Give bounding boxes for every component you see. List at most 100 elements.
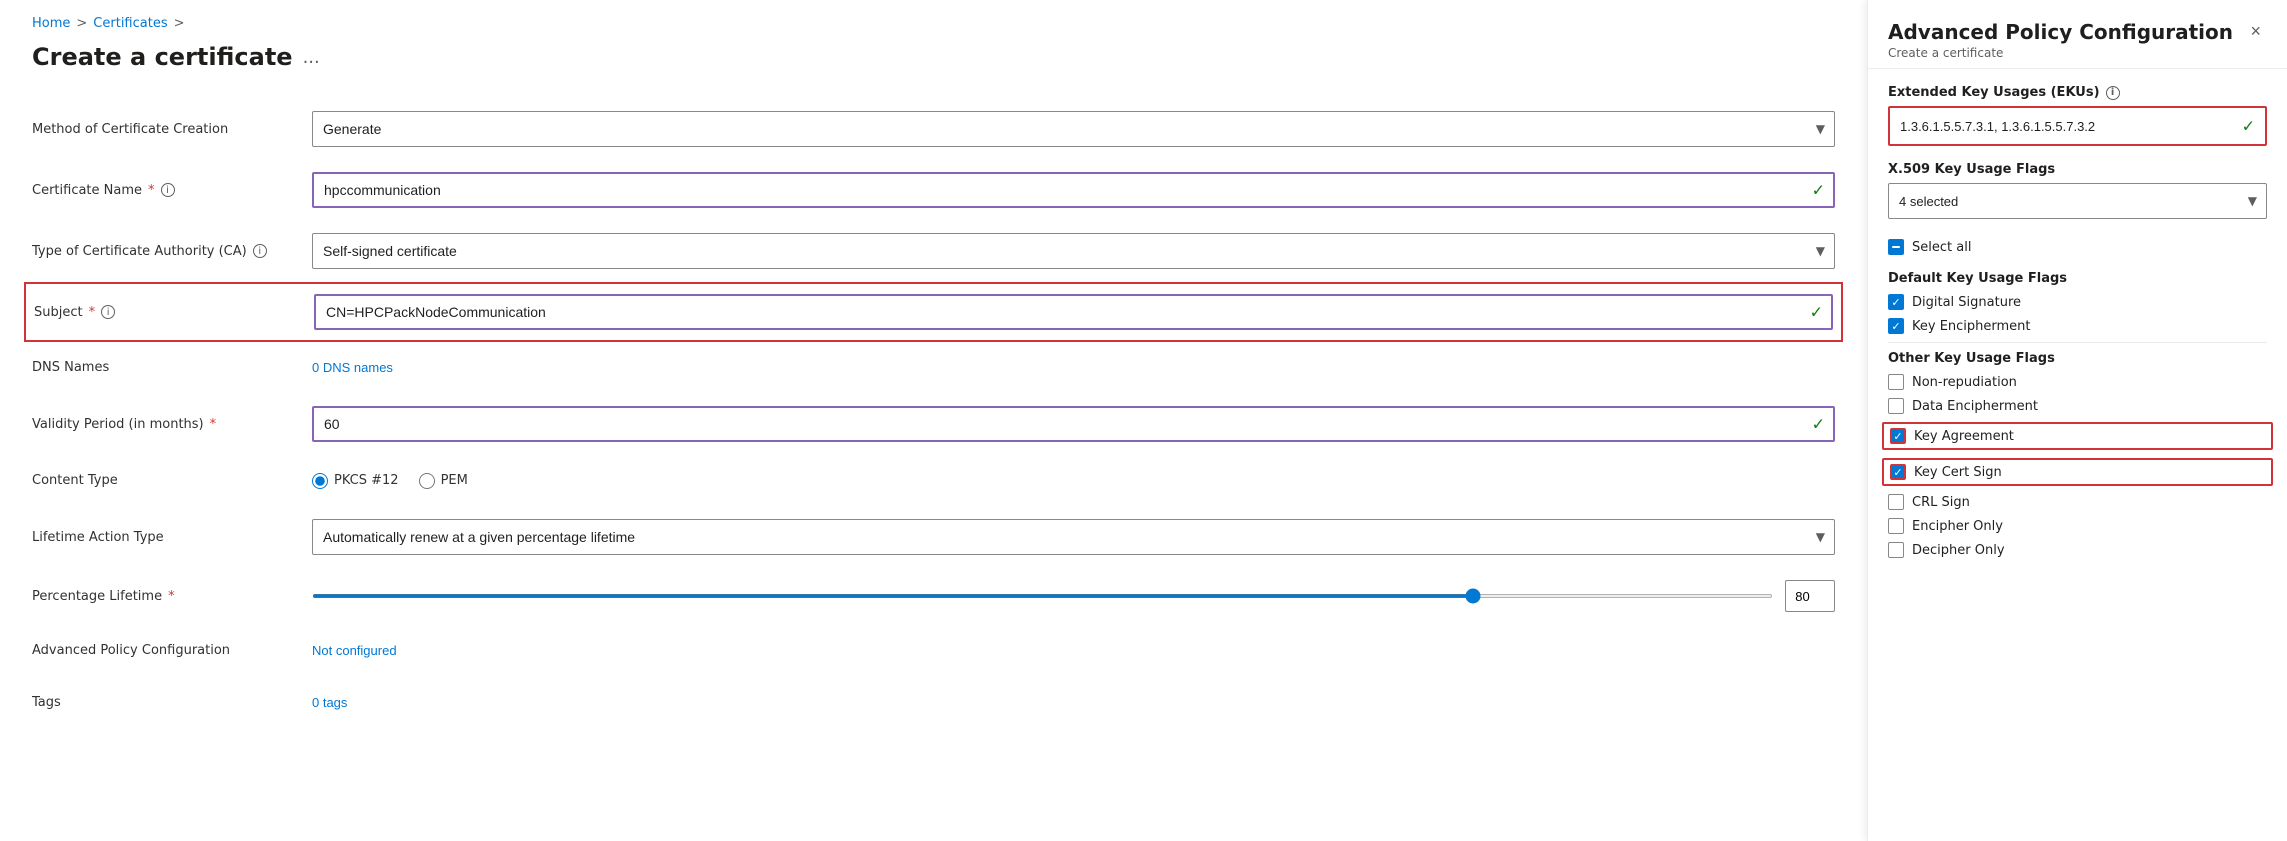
percentage-slider[interactable] bbox=[312, 594, 1773, 598]
percentage-control bbox=[312, 580, 1835, 612]
crl-sign-label: CRL Sign bbox=[1912, 495, 1970, 510]
page-title: Create a certificate bbox=[32, 43, 293, 71]
advanced-link[interactable]: Not configured bbox=[312, 643, 397, 658]
percentage-label: Percentage Lifetime * bbox=[32, 589, 312, 604]
x509-label: X.509 Key Usage Flags bbox=[1888, 162, 2267, 177]
key-agreement-checkbox[interactable]: ✓ bbox=[1890, 428, 1906, 444]
advanced-label: Advanced Policy Configuration bbox=[32, 643, 312, 658]
content-type-radio-group: PKCS #12 PEM bbox=[312, 473, 1835, 489]
cert-name-required: * bbox=[148, 183, 155, 198]
cert-name-label: Certificate Name * i bbox=[32, 183, 312, 198]
ca-type-select[interactable]: Self-signed certificate bbox=[312, 233, 1835, 269]
encipher-only-label: Encipher Only bbox=[1912, 519, 2003, 534]
digital-signature-label: Digital Signature bbox=[1912, 295, 2021, 310]
crl-sign-checkbox[interactable] bbox=[1888, 494, 1904, 510]
other-flags-label: Other Key Usage Flags bbox=[1888, 351, 2267, 366]
panel-title: Advanced Policy Configuration bbox=[1888, 20, 2233, 44]
validity-input[interactable] bbox=[312, 406, 1835, 442]
subject-required: * bbox=[89, 305, 96, 320]
tags-control: 0 tags bbox=[312, 695, 1835, 711]
subject-input[interactable] bbox=[314, 294, 1833, 330]
key-cert-sign-label: Key Cert Sign bbox=[1914, 465, 2002, 480]
eku-label: Extended Key Usages (EKUs) i bbox=[1888, 85, 2267, 100]
tags-label: Tags bbox=[32, 695, 312, 710]
eku-input-wrapper: ✓ bbox=[1888, 106, 2267, 146]
ca-type-info-icon[interactable]: i bbox=[253, 244, 267, 258]
cert-name-input[interactable] bbox=[312, 172, 1835, 208]
key-agreement-flag[interactable]: ✓ Key Agreement bbox=[1882, 422, 2273, 450]
breadcrumb-home[interactable]: Home bbox=[32, 16, 70, 31]
subject-info-icon[interactable]: i bbox=[101, 305, 115, 319]
non-repudiation-flag[interactable]: Non-repudiation bbox=[1888, 374, 2267, 390]
percentage-value-input[interactable] bbox=[1785, 580, 1835, 612]
digital-signature-check-mark: ✓ bbox=[1891, 296, 1900, 309]
method-row: Method of Certificate Creation Generate … bbox=[32, 99, 1835, 160]
default-flags-label: Default Key Usage Flags bbox=[1888, 271, 2267, 286]
key-cert-sign-checkbox[interactable]: ✓ bbox=[1890, 464, 1906, 480]
pem-radio[interactable] bbox=[419, 473, 435, 489]
dns-label: DNS Names bbox=[32, 360, 312, 375]
select-all-checkbox[interactable] bbox=[1888, 239, 1904, 255]
digital-signature-flag[interactable]: ✓ Digital Signature bbox=[1888, 294, 2267, 310]
x509-select[interactable]: 4 selected bbox=[1888, 183, 2267, 219]
decipher-only-checkbox[interactable] bbox=[1888, 542, 1904, 558]
lifetime-row: Lifetime Action Type Automatically renew… bbox=[32, 507, 1835, 568]
pem-label: PEM bbox=[441, 473, 468, 488]
form-section: Method of Certificate Creation Generate … bbox=[32, 99, 1835, 729]
digital-signature-checkbox[interactable]: ✓ bbox=[1888, 294, 1904, 310]
key-encipherment-flag[interactable]: ✓ Key Encipherment bbox=[1888, 318, 2267, 334]
crl-sign-flag[interactable]: CRL Sign bbox=[1888, 494, 2267, 510]
pkcs-option[interactable]: PKCS #12 bbox=[312, 473, 399, 489]
ca-type-control: Self-signed certificate ▼ bbox=[312, 233, 1835, 269]
lifetime-select[interactable]: Automatically renew at a given percentag… bbox=[312, 519, 1835, 555]
pem-option[interactable]: PEM bbox=[419, 473, 468, 489]
key-agreement-check-mark: ✓ bbox=[1893, 430, 1902, 443]
eku-input[interactable] bbox=[1890, 108, 2265, 144]
key-encipherment-label: Key Encipherment bbox=[1912, 319, 2031, 334]
ca-type-label: Type of Certificate Authority (CA) i bbox=[32, 244, 312, 259]
panel-close-button[interactable]: × bbox=[2244, 20, 2267, 42]
key-encipherment-checkbox[interactable]: ✓ bbox=[1888, 318, 1904, 334]
percentage-slider-wrapper bbox=[312, 580, 1835, 612]
dns-control: 0 DNS names bbox=[312, 360, 1835, 376]
breadcrumb-certificates[interactable]: Certificates bbox=[93, 16, 167, 31]
key-encipherment-check-mark: ✓ bbox=[1891, 320, 1900, 333]
select-all-label: Select all bbox=[1912, 240, 1971, 255]
non-repudiation-checkbox[interactable] bbox=[1888, 374, 1904, 390]
validity-row: Validity Period (in months) * ✓ bbox=[32, 394, 1835, 455]
select-all-row[interactable]: Select all bbox=[1888, 235, 2267, 259]
key-cert-sign-flag[interactable]: ✓ Key Cert Sign bbox=[1882, 458, 2273, 486]
cert-name-row: Certificate Name * i ✓ bbox=[32, 160, 1835, 221]
panel-body: Extended Key Usages (EKUs) i ✓ X.509 Key… bbox=[1868, 69, 2287, 841]
tags-row: Tags 0 tags bbox=[32, 677, 1835, 729]
encipher-only-flag[interactable]: Encipher Only bbox=[1888, 518, 2267, 534]
key-cert-sign-check-mark: ✓ bbox=[1893, 466, 1902, 479]
cert-name-info-icon[interactable]: i bbox=[161, 183, 175, 197]
pkcs-radio[interactable] bbox=[312, 473, 328, 489]
pkcs-label: PKCS #12 bbox=[334, 473, 399, 488]
percentage-row: Percentage Lifetime * bbox=[32, 568, 1835, 625]
decipher-only-flag[interactable]: Decipher Only bbox=[1888, 542, 2267, 558]
method-select[interactable]: Generate bbox=[312, 111, 1835, 147]
page-title-row: Create a certificate ... bbox=[32, 43, 1835, 71]
eku-info-icon[interactable]: i bbox=[2106, 86, 2120, 100]
right-panel: Advanced Policy Configuration Create a c… bbox=[1867, 0, 2287, 841]
x509-select-wrapper: 4 selected ▼ bbox=[1888, 183, 2267, 219]
key-agreement-label: Key Agreement bbox=[1914, 429, 2014, 444]
title-menu-button[interactable]: ... bbox=[303, 47, 320, 68]
dns-link[interactable]: 0 DNS names bbox=[312, 360, 393, 375]
decipher-only-label: Decipher Only bbox=[1912, 543, 2005, 558]
lifetime-control: Automatically renew at a given percentag… bbox=[312, 519, 1835, 555]
dns-row: DNS Names 0 DNS names bbox=[32, 342, 1835, 394]
subject-control: ✓ bbox=[314, 294, 1833, 330]
breadcrumb-sep1: > bbox=[76, 16, 87, 31]
data-encipherment-flag[interactable]: Data Encipherment bbox=[1888, 398, 2267, 414]
data-encipherment-checkbox[interactable] bbox=[1888, 398, 1904, 414]
tags-link[interactable]: 0 tags bbox=[312, 695, 347, 710]
data-encipherment-label: Data Encipherment bbox=[1912, 399, 2038, 414]
lifetime-label: Lifetime Action Type bbox=[32, 530, 312, 545]
subject-row: Subject * i ✓ bbox=[24, 282, 1843, 342]
cert-name-control: ✓ bbox=[312, 172, 1835, 208]
validity-required: * bbox=[210, 417, 217, 432]
encipher-only-checkbox[interactable] bbox=[1888, 518, 1904, 534]
